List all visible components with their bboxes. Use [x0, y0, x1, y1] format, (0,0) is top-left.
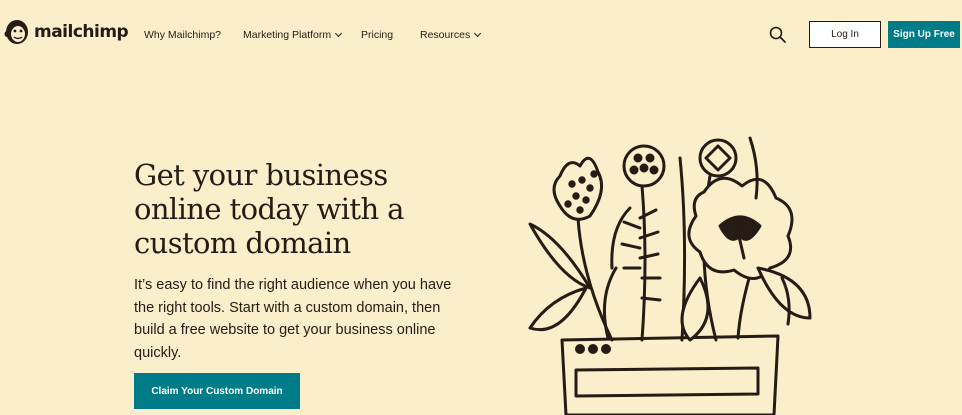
mailchimp-logo[interactable]: mailchimp	[4, 17, 129, 47]
top-navigation: mailchimp Why Mailchimp? Marketing Platf…	[0, 0, 962, 70]
chevron-down-icon	[335, 29, 343, 38]
nav-link-marketing-platform[interactable]: Marketing Platform	[243, 29, 343, 41]
nav-link-pricing[interactable]: Pricing	[361, 29, 393, 41]
nav-link-label: Resources	[420, 29, 471, 41]
search-icon	[769, 26, 786, 43]
nav-link-why-mailchimp[interactable]: Why Mailchimp?	[144, 29, 221, 41]
nav-link-label: Pricing	[361, 29, 394, 41]
search-button[interactable]	[768, 25, 788, 45]
hero-title: Get your business online today with a cu…	[134, 158, 404, 260]
nav-link-label: Marketing Platform	[243, 29, 332, 41]
freddie-logo-icon	[4, 20, 28, 44]
flower-pot-illustration	[528, 136, 812, 415]
nav-link-resources[interactable]: Resources	[420, 29, 482, 41]
login-button[interactable]: Log In	[809, 21, 881, 48]
nav-link-label: Why Mailchimp?	[144, 29, 222, 41]
claim-domain-button[interactable]: Claim Your Custom Domain	[134, 373, 300, 409]
signup-button[interactable]: Sign Up Free	[888, 21, 960, 48]
hero-subtitle: It’s easy to find the right audience whe…	[134, 277, 452, 361]
logo-wordmark: mailchimp	[34, 22, 129, 42]
chevron-down-icon	[474, 29, 482, 38]
